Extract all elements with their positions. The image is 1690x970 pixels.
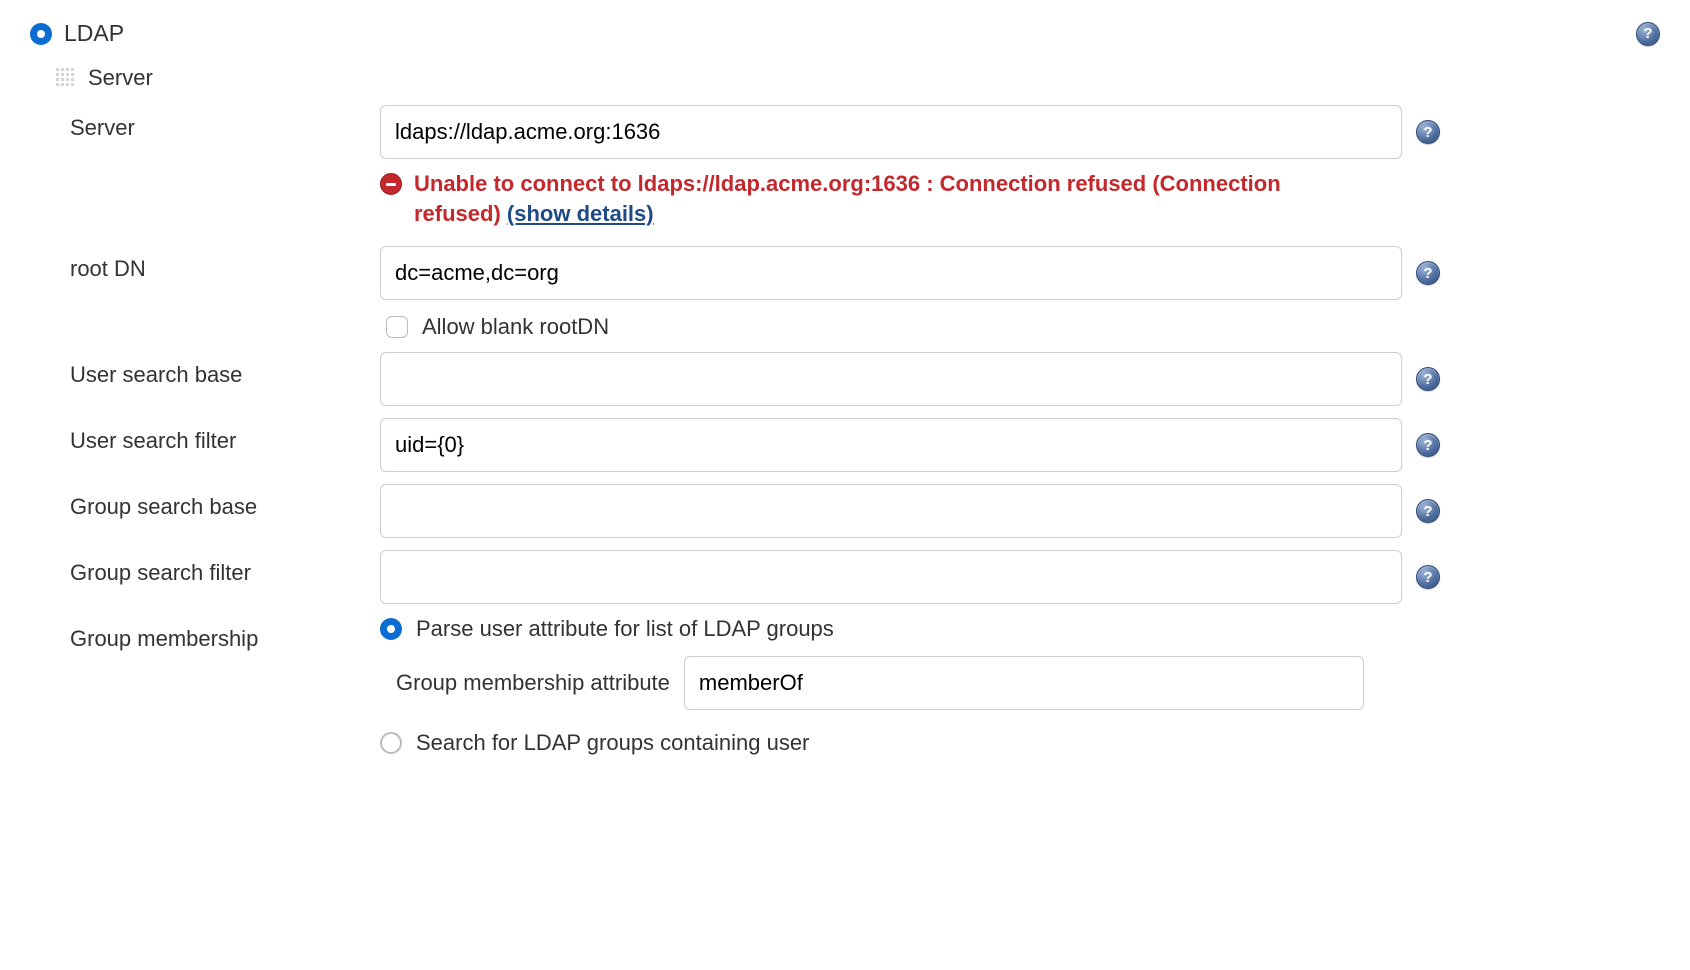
user-search-filter-label: User search filter — [70, 418, 380, 454]
help-icon[interactable]: ? — [1636, 22, 1660, 46]
group-search-base-input[interactable] — [380, 484, 1402, 538]
group-membership-attr-input[interactable] — [684, 656, 1364, 710]
drag-handle-icon[interactable] — [56, 68, 76, 88]
group-membership-parse-label: Parse user attribute for list of LDAP gr… — [416, 616, 834, 642]
subsection-title: Server — [88, 65, 153, 91]
group-membership-search-radio[interactable] — [380, 732, 402, 754]
server-label: Server — [70, 105, 380, 141]
group-membership-search-label: Search for LDAP groups containing user — [416, 730, 809, 756]
server-input[interactable] — [380, 105, 1402, 159]
group-search-base-label: Group search base — [70, 484, 380, 520]
group-membership-parse-radio[interactable] — [380, 618, 402, 640]
help-icon[interactable]: ? — [1416, 367, 1440, 391]
allow-blank-rootdn-checkbox[interactable] — [386, 316, 408, 338]
help-icon[interactable]: ? — [1416, 433, 1440, 457]
help-icon[interactable]: ? — [1416, 120, 1440, 144]
error-icon — [380, 173, 402, 195]
root-dn-input[interactable] — [380, 246, 1402, 300]
ldap-radio[interactable] — [30, 23, 52, 45]
group-search-filter-label: Group search filter — [70, 550, 380, 586]
help-icon[interactable]: ? — [1416, 565, 1440, 589]
section-title: LDAP — [64, 20, 124, 47]
user-search-base-label: User search base — [70, 352, 380, 388]
group-membership-label: Group membership — [70, 616, 380, 652]
allow-blank-rootdn-label: Allow blank rootDN — [422, 314, 609, 340]
help-icon[interactable]: ? — [1416, 261, 1440, 285]
user-search-base-input[interactable] — [380, 352, 1402, 406]
user-search-filter-input[interactable] — [380, 418, 1402, 472]
group-search-filter-input[interactable] — [380, 550, 1402, 604]
root-dn-label: root DN — [70, 246, 380, 282]
help-icon[interactable]: ? — [1416, 499, 1440, 523]
server-error-text: Unable to connect to ldaps://ldap.acme.o… — [414, 169, 1344, 228]
show-details-link[interactable]: (show details) — [507, 201, 654, 226]
group-membership-attr-label: Group membership attribute — [396, 670, 670, 696]
